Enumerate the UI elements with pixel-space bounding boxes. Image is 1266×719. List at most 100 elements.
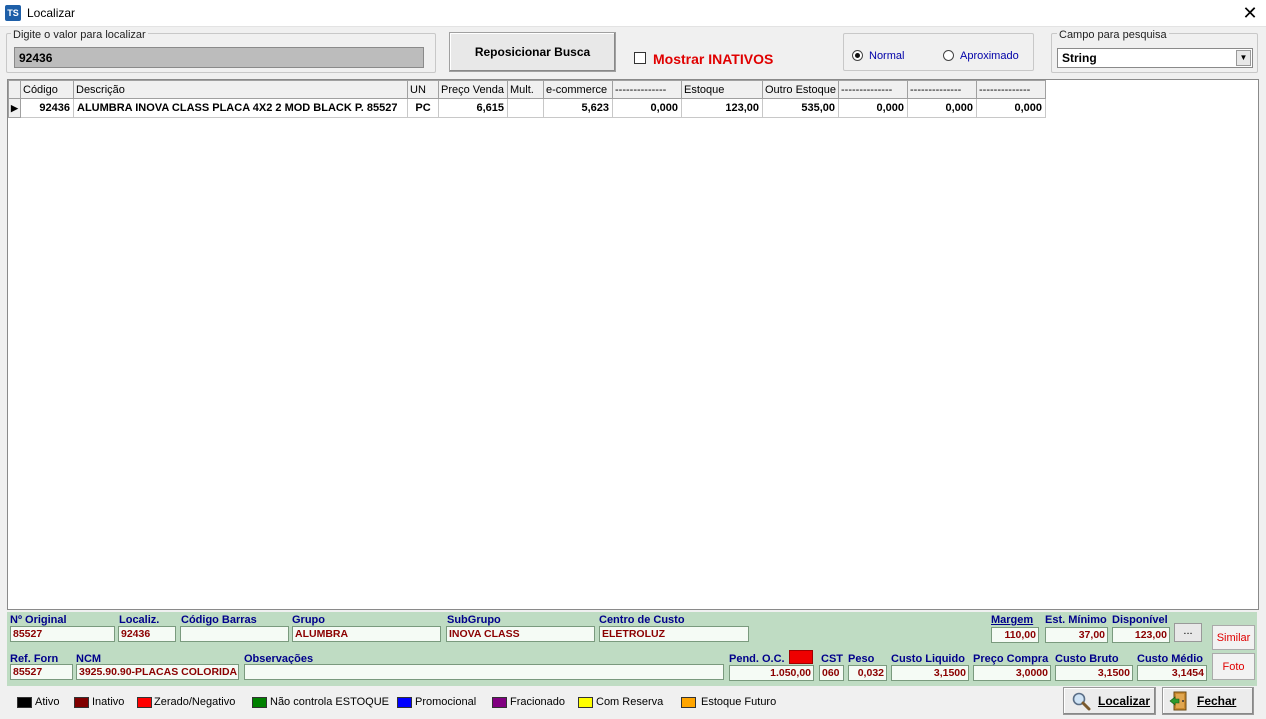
n-original-label: Nº Original (10, 614, 67, 626)
show-inactive-label[interactable]: Mostrar INATIVOS (653, 51, 773, 67)
legend-swatch-ativo (17, 697, 32, 708)
search-caption: Digite o valor para localizar (11, 29, 148, 41)
row-pointer-icon: ▶ (8, 98, 21, 118)
legend-swatch-promocional (397, 697, 412, 708)
grupo-field[interactable]: ALUMBRA (292, 626, 441, 642)
custo-medio-label: Custo Médio (1137, 653, 1203, 665)
legend-swatch-inativo (74, 697, 89, 708)
show-inactive-checkbox[interactable] (634, 52, 646, 64)
search-input[interactable] (14, 47, 424, 68)
exit-door-icon (1169, 691, 1187, 711)
custo-bruto-label: Custo Bruto (1055, 653, 1119, 665)
legend-label: Inativo (92, 696, 125, 708)
normal-radio-label[interactable]: Normal (869, 50, 904, 62)
similar-label: Similar (1216, 631, 1251, 644)
preco-compra-field[interactable]: 3,0000 (973, 665, 1051, 681)
localizar-button[interactable]: Localizar (1063, 687, 1156, 715)
chevron-down-icon[interactable]: ▼ (1236, 50, 1251, 66)
cell-mult[interactable] (507, 98, 544, 118)
col-header[interactable]: Outro Estoque (762, 80, 839, 99)
legend-label: Zerado/Negativo (154, 696, 236, 708)
col-header[interactable]: e-commerce (543, 80, 613, 99)
cst-field[interactable]: 060 (819, 665, 844, 681)
col-header[interactable]: Descrição (73, 80, 408, 99)
cell-un[interactable]: PC (407, 98, 439, 118)
table-row[interactable]: ▶ 92436 ALUMBRA INOVA CLASS PLACA 4X2 2 … (8, 98, 1046, 118)
search-field-select[interactable]: String (1057, 48, 1253, 68)
fechar-label: Fechar (1197, 694, 1237, 708)
disponivel-field[interactable]: 123,00 (1112, 627, 1170, 643)
est-minimo-field[interactable]: 37,00 (1045, 627, 1108, 643)
codigo-barras-label: Código Barras (181, 614, 257, 626)
centro-custo-label: Centro de Custo (599, 614, 685, 626)
pend-oc-field[interactable]: 1.050,00 (729, 665, 814, 681)
legend-label: Fracionado (510, 696, 566, 708)
custo-liquido-field[interactable]: 3,1500 (891, 665, 969, 681)
foto-label: Foto (1222, 660, 1245, 673)
fechar-button[interactable]: Fechar (1162, 687, 1254, 715)
col-header[interactable]: -------------- (976, 80, 1046, 99)
legend-label: Promocional (415, 696, 477, 708)
ncm-field[interactable]: 3925.90.90-PLACAS COLORIDA (76, 664, 239, 680)
col-header[interactable]: -------------- (907, 80, 977, 99)
grid-header-row: Código Descrição UN Preço Venda Mult. e-… (8, 80, 1046, 99)
approximate-radio-label[interactable]: Aproximado (960, 50, 1019, 62)
cell-extra-4[interactable]: 0,000 (976, 98, 1046, 118)
localiz-field[interactable]: 92436 (118, 626, 176, 642)
cell-extra-3[interactable]: 0,000 (907, 98, 977, 118)
cell-descricao[interactable]: ALUMBRA INOVA CLASS PLACA 4X2 2 MOD BLAC… (73, 98, 408, 118)
localiz-label: Localiz. (119, 614, 160, 626)
pend-oc-indicator[interactable] (789, 650, 813, 664)
legend-swatch-com-reserva (578, 697, 593, 708)
similar-button[interactable]: Similar (1212, 625, 1255, 650)
col-header[interactable]: -------------- (612, 80, 682, 99)
legend-label: Com Reserva (596, 696, 664, 708)
row-indicator-header (8, 80, 21, 99)
legend-label: Estoque Futuro (701, 696, 777, 708)
more-button[interactable]: ... (1174, 623, 1202, 642)
legend-label: Não controla ESTOQUE (270, 696, 390, 708)
col-header[interactable]: Estoque (681, 80, 763, 99)
window-title: Localizar (27, 6, 76, 20)
results-table: Código Descrição UN Preço Venda Mult. e-… (8, 80, 1046, 118)
approximate-radio[interactable] (943, 50, 954, 61)
results-grid[interactable]: Código Descrição UN Preço Venda Mult. e-… (7, 79, 1259, 610)
search-icon (1072, 692, 1091, 711)
col-header[interactable]: Preço Venda (438, 80, 508, 99)
col-header[interactable]: -------------- (838, 80, 908, 99)
reposition-search-button[interactable]: Reposicionar Busca (449, 32, 616, 72)
cell-ecommerce[interactable]: 5,623 (543, 98, 613, 118)
centro-custo-field[interactable]: ELETROLUZ (599, 626, 749, 642)
legend-swatch-zerado (137, 697, 152, 708)
subgrupo-field[interactable]: INOVA CLASS (446, 626, 595, 642)
col-header[interactable]: Mult. (507, 80, 544, 99)
peso-field[interactable]: 0,032 (848, 665, 887, 681)
codigo-barras-field[interactable] (180, 626, 289, 642)
cell-extra-2[interactable]: 0,000 (838, 98, 908, 118)
custo-bruto-field[interactable]: 3,1500 (1055, 665, 1133, 681)
n-original-field[interactable]: 85527 (10, 626, 115, 642)
cell-extra-1[interactable]: 0,000 (612, 98, 682, 118)
margem-field[interactable]: 110,00 (991, 627, 1039, 643)
cell-estoque[interactable]: 123,00 (681, 98, 763, 118)
col-header[interactable]: UN (407, 80, 439, 99)
normal-radio[interactable] (852, 50, 863, 61)
cell-outro-estoque[interactable]: 535,00 (762, 98, 839, 118)
custo-medio-field[interactable]: 3,1454 (1137, 665, 1207, 681)
margem-label[interactable]: Margem (991, 614, 1033, 626)
col-header[interactable]: Código (20, 80, 74, 99)
app-icon: TS (5, 5, 21, 21)
cell-preco-venda[interactable]: 6,615 (438, 98, 508, 118)
reposition-search-label: Reposicionar Busca (474, 45, 591, 59)
est-minimo-label: Est. Mínimo (1045, 614, 1107, 626)
pend-oc-label: Pend. O.C. (729, 653, 785, 665)
grupo-label: Grupo (292, 614, 325, 626)
observacoes-field[interactable] (244, 664, 724, 680)
close-icon[interactable]: ✕ (1238, 2, 1262, 24)
title-bar (0, 0, 1266, 27)
cell-codigo[interactable]: 92436 (20, 98, 74, 118)
peso-label: Peso (848, 653, 875, 665)
foto-button[interactable]: Foto (1212, 653, 1255, 680)
ref-forn-field[interactable]: 85527 (10, 664, 73, 680)
custo-liquido-label: Custo Liquido (891, 653, 965, 665)
